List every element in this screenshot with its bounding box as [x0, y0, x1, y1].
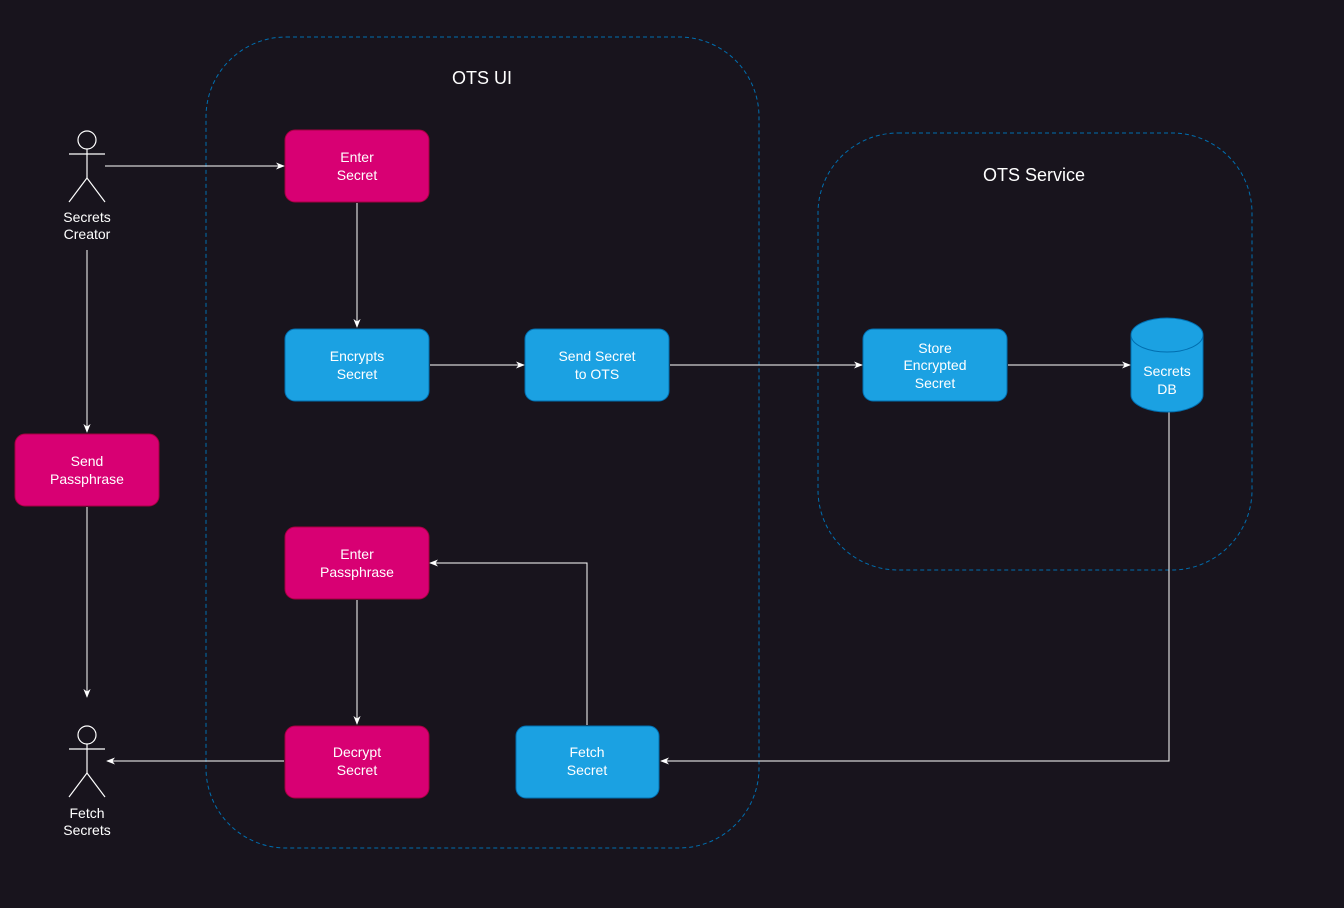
node-encrypts-secret[interactable]: Encrypts Secret [284, 328, 430, 402]
node-label-line: Secrets [1143, 363, 1190, 379]
node-label-line: Secret [337, 366, 378, 382]
person-icon [68, 130, 106, 203]
node-send-secret-to-ots[interactable]: Send Secret to OTS [524, 328, 670, 402]
ots-service-title: OTS Service [983, 165, 1085, 185]
actor-label-line: Fetch [69, 805, 104, 821]
actor-fetch-secrets[interactable]: Fetch Secrets [63, 725, 111, 838]
node-decrypt-secret[interactable]: Decrypt Secret [284, 725, 430, 799]
node-label-line: Store [918, 340, 952, 356]
actor-label-line: Secrets [63, 209, 110, 225]
node-label-line: Encrypts [330, 348, 384, 364]
node-label-line: Send [71, 453, 104, 469]
node-label-line: Enter [340, 149, 374, 165]
node-label-line: Encrypted [903, 357, 966, 373]
node-label-line: Decrypt [333, 744, 381, 760]
node-label-line: Send Secret [558, 348, 635, 364]
node-label-line: Enter [340, 546, 374, 562]
node-label-line: Secret [915, 375, 956, 391]
node-send-passphrase[interactable]: Send Passphrase [14, 433, 160, 507]
node-label-line: Fetch [569, 744, 604, 760]
edges [83, 162, 1170, 765]
node-label-line: Secret [337, 167, 378, 183]
node-secrets-db[interactable]: Secrets DB [1130, 317, 1204, 413]
edge-db-to-fetch [660, 412, 1170, 765]
node-enter-secret[interactable]: Enter Secret [284, 129, 430, 203]
node-label-line: Secret [567, 762, 608, 778]
node-store-encrypted-secret[interactable]: Store Encrypted Secret [862, 328, 1008, 402]
person-icon [68, 725, 106, 798]
diagram-canvas: OTS UI OTS Service Secrets Creator Fetch… [14, 36, 1253, 849]
actor-label-line: Creator [64, 226, 111, 242]
node-label-line: Secret [337, 762, 378, 778]
node-enter-passphrase[interactable]: Enter Passphrase [284, 526, 430, 600]
node-label-line: Passphrase [50, 471, 124, 487]
actor-secrets-creator[interactable]: Secrets Creator [63, 130, 111, 242]
node-fetch-secret[interactable]: Fetch Secret [515, 725, 660, 799]
ots-ui-title: OTS UI [452, 68, 512, 88]
node-label-line: DB [1157, 381, 1176, 397]
edge-fetch-to-enter-passphrase [429, 559, 588, 725]
actor-label-line: Secrets [63, 822, 110, 838]
node-label-line: Passphrase [320, 564, 394, 580]
node-label-line: to OTS [575, 366, 619, 382]
